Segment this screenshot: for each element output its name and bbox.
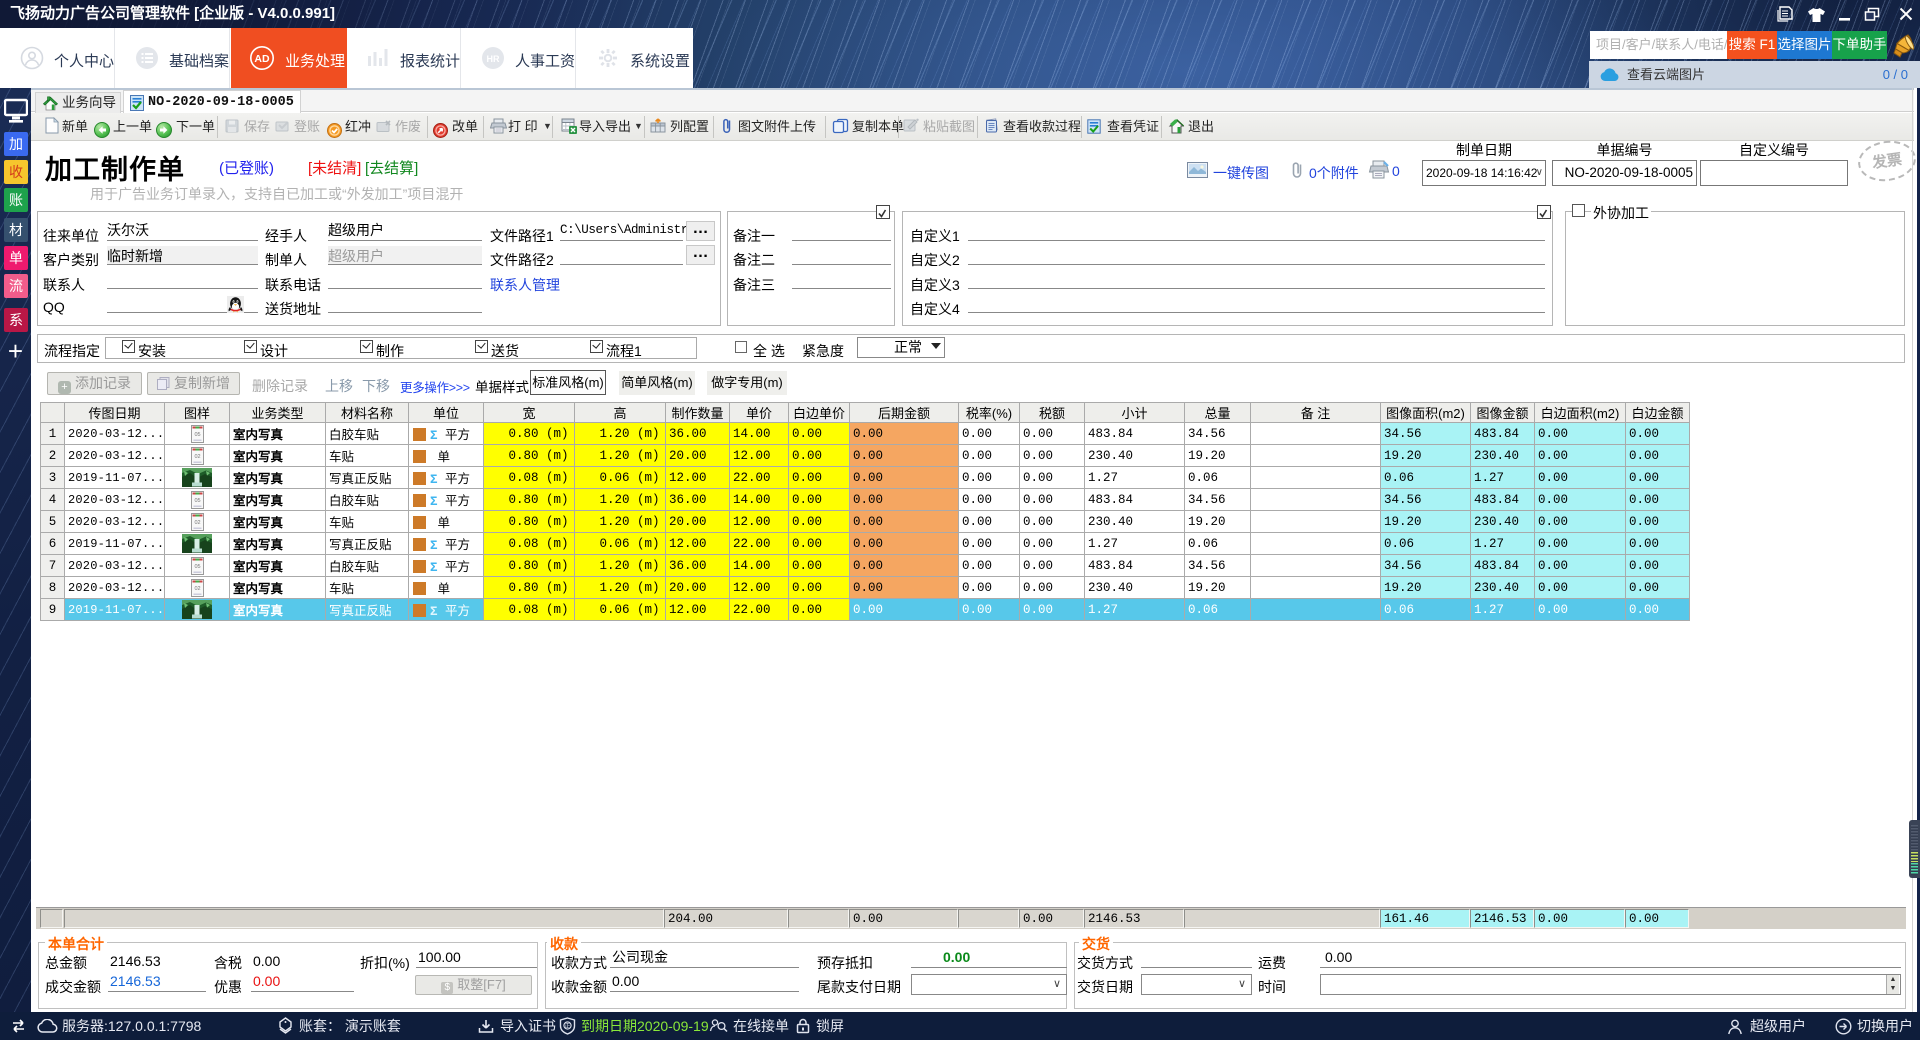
- svg-text:02: 02: [194, 520, 200, 526]
- svg-text:02: 02: [194, 586, 200, 592]
- svg-text:05: 05: [194, 564, 200, 570]
- svg-text:02: 02: [194, 454, 200, 460]
- svg-text:正: 正: [564, 1023, 570, 1030]
- svg-text:AD: AD: [254, 53, 270, 65]
- svg-text:HR: HR: [487, 54, 500, 64]
- svg-text:05: 05: [194, 498, 200, 504]
- svg-text:05: 05: [194, 432, 200, 438]
